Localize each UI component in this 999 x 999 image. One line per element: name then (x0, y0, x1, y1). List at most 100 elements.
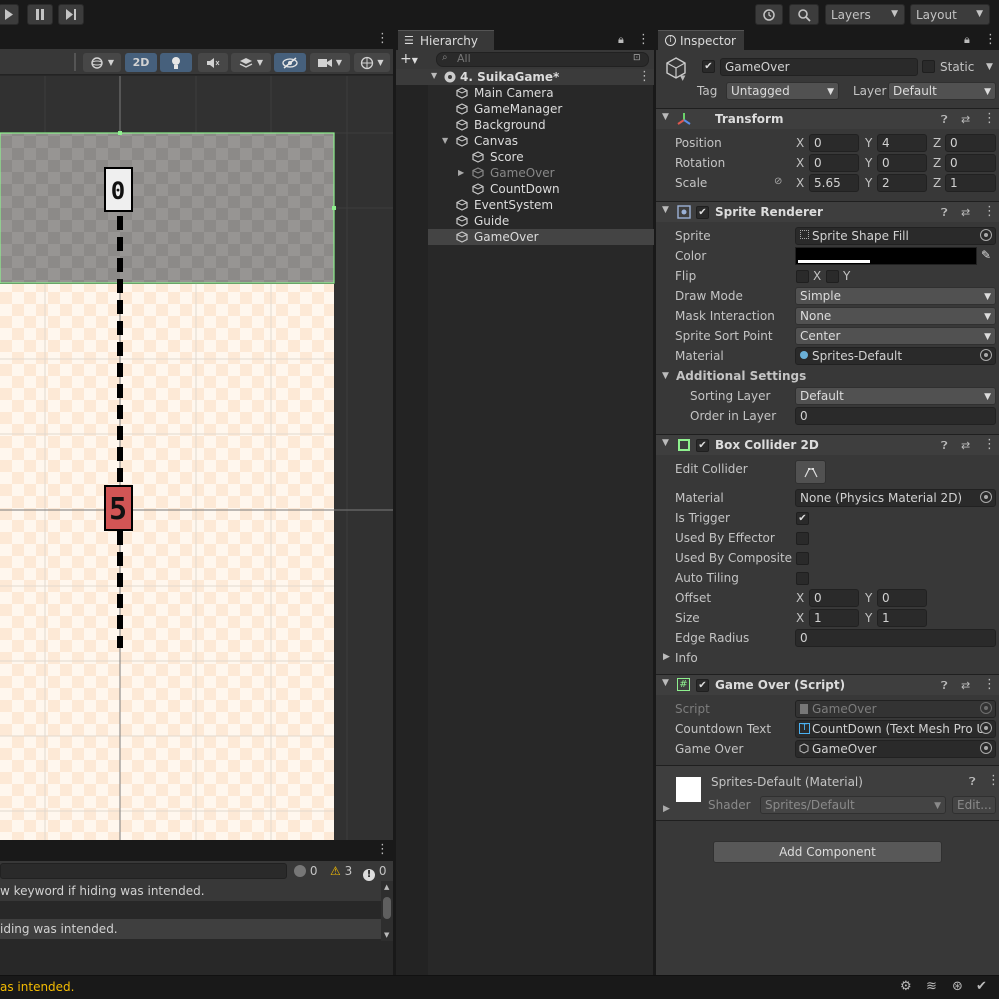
chevron-down-icon[interactable]: ▼ (680, 74, 685, 82)
help-icon[interactable]: ❓︎ (941, 113, 948, 127)
mode-2d-toggle[interactable]: 2D (125, 53, 157, 72)
step-button[interactable] (58, 4, 84, 25)
help-icon[interactable]: ❓︎ (941, 206, 948, 220)
info-count-toggle[interactable]: 0 (294, 864, 317, 878)
auto-tiling-checkbox[interactable] (796, 572, 809, 585)
used-by-effector-checkbox[interactable] (796, 532, 809, 545)
gizmos-dropdown[interactable]: ▼ (354, 53, 390, 72)
position-x-field[interactable]: 0 (809, 134, 859, 152)
error-count-toggle[interactable]: ! 0 (363, 864, 386, 881)
hierarchy-item[interactable]: Main Camera (396, 85, 654, 101)
search-options-icon[interactable]: ⊡ (633, 53, 641, 63)
hierarchy-search-input[interactable]: ⌕ All ⊡ (436, 52, 649, 67)
pause-button[interactable] (27, 4, 53, 25)
tab-inspector[interactable]: i Inspector (658, 30, 744, 50)
console-search-input[interactable] (0, 863, 287, 879)
scroll-down-icon[interactable]: ▼ (384, 931, 389, 939)
audio-toggle[interactable] (198, 53, 228, 72)
scene-viewport[interactable]: 0 5 (0, 76, 393, 840)
more-options-icon[interactable]: ⋮ (983, 204, 996, 219)
shading-mode-dropdown[interactable]: ▼ (83, 53, 121, 72)
camera-dropdown[interactable]: ▼ (310, 53, 350, 72)
debug-icon[interactable]: ⚙ (900, 979, 912, 994)
offset-y-field[interactable]: 0 (877, 589, 927, 607)
color-swatch[interactable] (795, 247, 977, 265)
component-enabled-checkbox[interactable]: ✔ (696, 679, 709, 692)
order-in-layer-field[interactable]: 0 (795, 407, 996, 425)
visibility-toggle[interactable] (274, 53, 306, 72)
gameover-sprite[interactable] (0, 133, 334, 283)
help-icon[interactable]: ❓︎ (941, 679, 948, 693)
hierarchy-item[interactable]: GameManager (396, 101, 654, 117)
more-options-icon[interactable]: ⋮ (376, 31, 389, 46)
preset-icon[interactable]: ⇄ (961, 206, 970, 219)
status-message[interactable]: as intended. (0, 980, 74, 994)
used-by-composite-checkbox[interactable] (796, 552, 809, 565)
hierarchy-item[interactable]: GameOver (396, 229, 654, 245)
fold-open-icon[interactable]: ▼ (442, 133, 448, 149)
layers-dropdown[interactable]: Layers ▼ (825, 4, 905, 25)
active-checkbox[interactable]: ✔ (702, 60, 715, 73)
eyedropper-icon[interactable]: ✎ (981, 248, 991, 262)
flip-x-checkbox[interactable] (796, 270, 809, 283)
edge-radius-field[interactable]: 0 (795, 629, 996, 647)
info-foldout-label[interactable]: Info (675, 651, 698, 665)
layout-dropdown[interactable]: Layout ▼ (910, 4, 990, 25)
background-sprite[interactable] (0, 284, 334, 840)
collider-handle[interactable] (118, 131, 122, 135)
more-options-icon[interactable]: ⋮ (637, 32, 650, 47)
size-x-field[interactable]: 1 (809, 609, 859, 627)
scene-canvas[interactable]: 0 5 (0, 76, 393, 840)
lock-icon[interactable]: 🔒︎ (964, 33, 970, 47)
object-picker-icon[interactable] (980, 722, 992, 734)
preset-icon[interactable]: ⇄ (961, 439, 970, 452)
fold-closed-icon[interactable]: ▶ (663, 804, 670, 814)
object-name-field[interactable]: GameOver (720, 58, 918, 76)
lock-icon[interactable]: 🔒︎ (618, 33, 624, 47)
sprite-field[interactable]: Sprite Shape Fill (795, 227, 996, 245)
shader-dropdown[interactable]: Sprites/Default ▼ (760, 796, 946, 814)
is-trigger-checkbox[interactable]: ✔ (796, 512, 809, 525)
component-enabled-checkbox[interactable]: ✔ (696, 439, 709, 452)
more-options-icon[interactable]: ⋮ (983, 437, 996, 452)
rotation-z-field[interactable]: 0 (945, 154, 996, 172)
chevron-down-icon[interactable]: ▼ (986, 62, 993, 72)
collider-handle[interactable] (332, 206, 336, 210)
console-log-entry[interactable]: iding was intended. (0, 919, 381, 939)
warning-count-toggle[interactable]: ⚠ 3 (330, 864, 352, 878)
transform-header[interactable]: ▼ Transform ❓︎ ⇄ ⋮ (656, 108, 999, 129)
object-picker-icon[interactable] (980, 742, 992, 754)
hierarchy-item[interactable]: ▶ GameOver (396, 165, 654, 181)
edit-collider-button[interactable] (795, 460, 826, 484)
position-y-field[interactable]: 4 (877, 134, 927, 152)
search-button[interactable] (789, 4, 819, 25)
tag-dropdown[interactable]: Untagged ▼ (726, 82, 839, 100)
scale-x-field[interactable]: 5.65 (809, 174, 859, 192)
fold-open-icon[interactable]: ▼ (662, 371, 669, 381)
box-collider-header[interactable]: ▼ ✔ Box Collider 2D ❓︎ ⇄ ⋮ (656, 434, 999, 455)
sprite-renderer-header[interactable]: ▼ ✔ Sprite Renderer ❓︎ ⇄ ⋮ (656, 201, 999, 222)
play-button[interactable] (0, 4, 19, 25)
hierarchy-item[interactable]: EventSystem (396, 197, 654, 213)
more-options-icon[interactable]: ⋮ (984, 32, 997, 47)
hierarchy-item[interactable]: ▼ Canvas (396, 133, 654, 149)
scene-root-row[interactable]: ▼ 4. SuikaGame* ⋮ (396, 69, 654, 85)
fold-closed-icon[interactable]: ▶ (458, 165, 464, 181)
script-component-header[interactable]: ▼ # ✔ Game Over (Script) ❓︎ ⇄ ⋮ (656, 674, 999, 695)
history-button[interactable] (755, 4, 783, 25)
help-icon[interactable]: ❓︎ (941, 439, 948, 453)
scale-y-field[interactable]: 2 (877, 174, 927, 192)
component-enabled-checkbox[interactable]: ✔ (696, 206, 709, 219)
size-y-field[interactable]: 1 (877, 609, 927, 627)
tab-hierarchy[interactable]: ☰ Hierarchy (398, 30, 494, 50)
scale-z-field[interactable]: 1 (945, 174, 996, 192)
effects-dropdown[interactable]: ▼ (231, 53, 271, 72)
more-options-icon[interactable]: ⋮ (376, 842, 389, 857)
fold-closed-icon[interactable]: ▶ (663, 652, 670, 662)
object-picker-icon[interactable] (980, 491, 992, 503)
scrollbar-thumb[interactable] (383, 897, 391, 919)
console-log-entry[interactable]: w keyword if hiding was intended. (0, 881, 381, 901)
edit-shader-button[interactable]: Edit... (952, 796, 996, 814)
mask-interaction-dropdown[interactable]: None ▼ (795, 307, 996, 325)
material-field[interactable]: Sprites-Default (795, 347, 996, 365)
